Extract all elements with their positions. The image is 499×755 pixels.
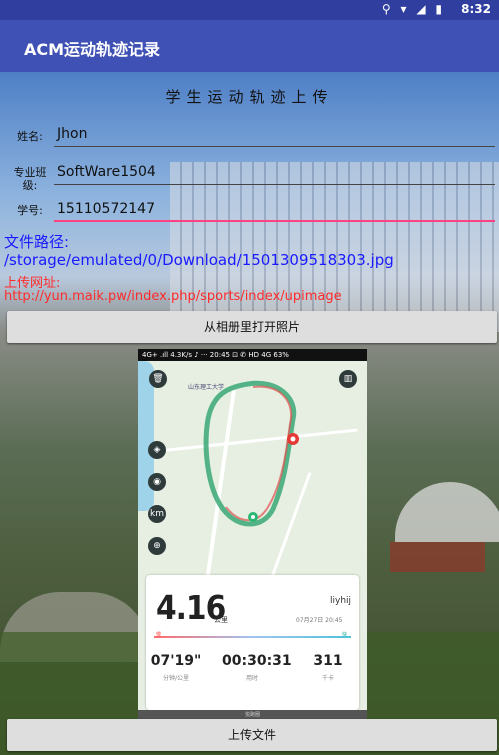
preview-distance-unit: 公里: [214, 616, 228, 624]
preview-username: liyhij: [330, 596, 352, 606]
name-row: 姓名: Jhon: [0, 120, 499, 154]
status-bar: ⚲ ▾ ◢ ▮ 8:32: [0, 0, 499, 20]
preview-layers-icon: ◈: [148, 441, 166, 459]
preview-time-stat: 00:30:31 用时: [222, 653, 292, 682]
pace-fast-label: 快: [342, 632, 348, 638]
preview-km-icon: km: [148, 505, 166, 523]
app-title: ACM运动轨迹记录: [24, 40, 161, 59]
main-content: 学生运动轨迹上传 姓名: Jhon 专业班级: SoftWare1504 学号:…: [0, 72, 499, 755]
class-field[interactable]: SoftWare1504: [57, 164, 156, 180]
preview-status-bar: 4G+ .ıll 4.3K/s ♪ ··· 20:45 ⊡ ✆ HD 4G 63…: [138, 349, 367, 361]
id-row: 学号: 15110572147: [0, 196, 499, 230]
preview-chart-icon: ▥: [339, 370, 357, 388]
preview-cal-value: 311: [313, 653, 343, 669]
preview-pace-label: 分钟/公里: [162, 675, 190, 682]
status-icons: ⚲ ▾ ◢ ▮: [381, 2, 445, 16]
preview-eye-icon: ◉: [148, 473, 166, 491]
preview-pace-value: 07'19": [150, 653, 202, 669]
upload-button[interactable]: 上传文件: [7, 719, 497, 751]
name-label: 姓名:: [17, 130, 43, 143]
name-field[interactable]: Jhon: [57, 126, 87, 142]
preview-time-value: 00:30:31: [222, 653, 292, 669]
class-label: 专业班级:: [13, 166, 47, 192]
preview-cal-stat: 311 千卡: [298, 653, 358, 682]
preview-pace-stat: 07'19" 分钟/公里: [146, 653, 206, 682]
pace-gradient-bar: [154, 636, 351, 638]
id-field[interactable]: 15110572147: [57, 201, 155, 217]
id-label: 学号:: [17, 204, 43, 217]
preview-time-label: 用时: [245, 675, 258, 682]
upload-url-value: http://yun.maik.pw/index.php/sports/inde…: [4, 289, 342, 304]
preview-cal-label: 千卡: [321, 675, 334, 682]
preview-date: 07月27日 20:45: [296, 617, 343, 624]
status-time: 8:32: [461, 2, 491, 16]
pace-slow-label: 慢: [156, 632, 162, 638]
class-row: 专业班级: SoftWare1504: [0, 158, 499, 192]
file-path-value: /storage/emulated/0/Download/15013095183…: [4, 251, 394, 269]
selected-image-preview: 4G+ .ıll 4.3K/s ♪ ··· 20:45 ⊡ ✆ HD 4G 63…: [138, 349, 367, 720]
file-path-label: 文件路径:: [4, 233, 70, 251]
app-bar: ACM运动轨迹记录: [0, 20, 499, 72]
run-route-path: [203, 380, 299, 527]
open-album-button[interactable]: 从相册里打开照片: [7, 311, 497, 343]
preview-stats-card: 4.16 公里 liyhij 07月27日 20:45 慢 快 07'19" 分…: [146, 575, 359, 710]
form-heading: 学生运动轨迹上传: [165, 88, 334, 106]
preview-delete-icon: 🗑: [149, 370, 167, 388]
preview-locate-icon: ⊕: [148, 537, 166, 555]
